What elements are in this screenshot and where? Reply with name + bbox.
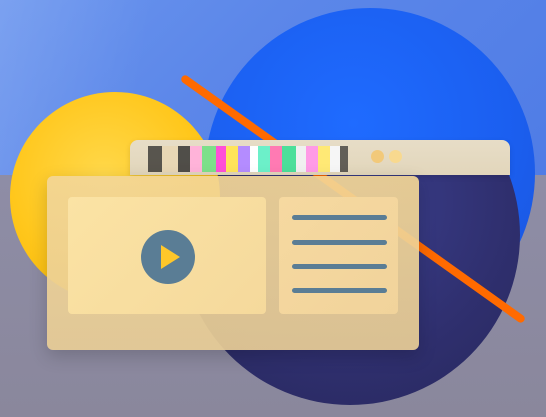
play-icon [161, 245, 180, 269]
list-line-icon [292, 288, 387, 293]
titlebar-glitch-artifact [148, 146, 358, 172]
window-maximize-icon[interactable] [389, 150, 402, 163]
window-minimize-icon[interactable] [371, 150, 384, 163]
play-button[interactable] [141, 230, 195, 284]
desktop-wallpaper [0, 0, 546, 417]
list-line-icon [292, 264, 387, 269]
list-line-icon [292, 215, 387, 220]
list-line-icon [292, 240, 387, 245]
